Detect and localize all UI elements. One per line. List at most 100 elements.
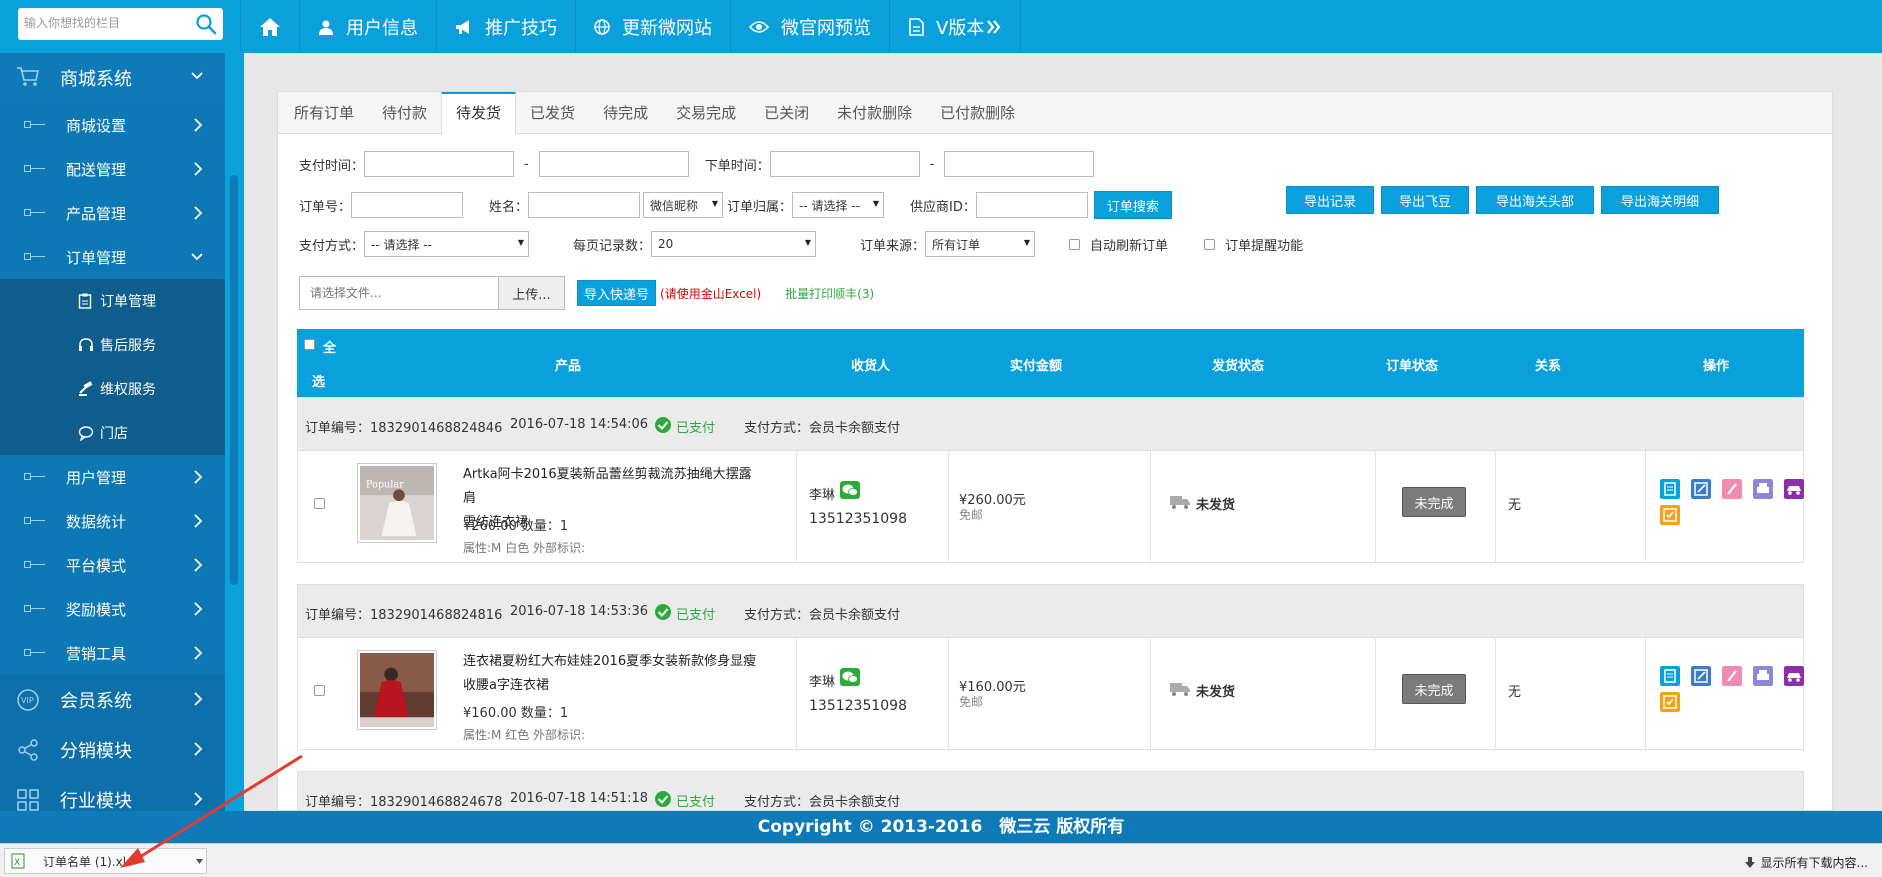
chevron-right-icon xyxy=(194,558,203,572)
column-divider xyxy=(1150,451,1151,562)
top-bar: 用户信息 推广技巧 更新微网站 微官网预览 V版本 xyxy=(0,0,1882,53)
edit-box-icon[interactable] xyxy=(1691,666,1711,686)
pay-method: 支付方式：会员卡余额支付 xyxy=(744,421,901,436)
sidebar-member-label: 会员系统 xyxy=(60,691,132,712)
name-input[interactable] xyxy=(528,192,641,218)
version-nav[interactable]: V版本 xyxy=(890,0,1022,53)
export-customs-detail-button[interactable]: 导出海关明细 xyxy=(1601,186,1719,214)
sidebar-mall-submenu: 商城设置 配送管理 产品管理 订单管理 xyxy=(0,103,225,279)
product-thumbnail[interactable] xyxy=(357,650,437,730)
order-status-button[interactable]: 未完成 xyxy=(1402,674,1466,704)
sidebar-item-after-sales[interactable]: 售后服务 xyxy=(0,323,225,367)
download-item[interactable]: X 订单名单 (1).xls xyxy=(4,848,204,874)
edit-box-icon[interactable] xyxy=(1691,479,1711,499)
sidebar-item-marketing[interactable]: 营销工具 xyxy=(0,631,225,675)
sidebar-item-order-management[interactable]: 订单管理 xyxy=(0,279,225,323)
search-icon[interactable] xyxy=(195,13,217,35)
nickname-select-value: 微信昵称 xyxy=(650,198,699,213)
sidebar-item-statistics[interactable]: 数据统计 xyxy=(0,499,225,543)
order-time: 2016-07-18 14:51:18 xyxy=(510,791,649,806)
order-time-start-input[interactable] xyxy=(769,151,920,177)
sidebar-item-label: 奖励模式 xyxy=(66,600,127,619)
sidebar-item-platform[interactable]: 平台模式 xyxy=(0,543,225,587)
printer-icon[interactable] xyxy=(1753,666,1773,686)
order-no-input[interactable] xyxy=(351,192,464,218)
car-icon[interactable] xyxy=(1784,479,1804,499)
show-all-downloads[interactable]: 显示所有下载内容... xyxy=(1744,854,1868,871)
pencil-icon[interactable] xyxy=(1722,666,1742,686)
col-ship-status: 发货状态 xyxy=(1212,359,1265,374)
tab-pending-payment[interactable]: 待付款 xyxy=(368,92,441,134)
upload-button[interactable]: 上传... xyxy=(498,277,564,309)
sidebar-item-users[interactable]: 用户管理 xyxy=(0,455,225,499)
product-name[interactable]: 连衣裙夏粉红大布娃娃2016夏季女装新款修身显瘦 收腰a字连衣裙 xyxy=(463,650,763,698)
update-site-nav[interactable]: 更新微网站 xyxy=(576,0,731,53)
export-record-button[interactable]: 导出记录 xyxy=(1286,186,1374,214)
order-checkbox[interactable] xyxy=(314,498,325,509)
select-all-checkbox[interactable] xyxy=(304,339,315,350)
export-feidou-button[interactable]: 导出飞豆 xyxy=(1381,186,1469,214)
pay-time-start-input[interactable] xyxy=(364,151,515,177)
sign-icon[interactable] xyxy=(1660,692,1680,712)
source-select[interactable]: 所有订单 xyxy=(925,231,1036,257)
remind-checkbox[interactable] xyxy=(1204,238,1216,250)
tab-to-complete[interactable]: 待完成 xyxy=(589,92,662,134)
auto-refresh-checkbox[interactable] xyxy=(1069,238,1081,250)
sidebar-scrollbar[interactable] xyxy=(230,175,238,585)
sidebar-item-orders[interactable]: 订单管理 xyxy=(0,235,225,279)
chevron-right-icon xyxy=(194,692,203,706)
home-nav[interactable] xyxy=(240,0,300,53)
order-time-end-input[interactable] xyxy=(944,151,1095,177)
promo-nav[interactable]: 推广技巧 xyxy=(437,0,576,53)
sidebar-item-rewards[interactable]: 奖励模式 xyxy=(0,587,225,631)
sidebar-item-products[interactable]: 产品管理 xyxy=(0,191,225,235)
tab-pending-shipment[interactable]: 待发货 xyxy=(441,92,517,135)
batch-print-link[interactable]: 批量打印顺丰(3) xyxy=(785,285,874,302)
import-express-button[interactable]: 导入快递号 xyxy=(577,280,657,306)
file-input[interactable] xyxy=(300,277,498,309)
sidebar-item-delivery[interactable]: 配送管理 xyxy=(0,147,225,191)
user-info-nav[interactable]: 用户信息 xyxy=(300,0,437,53)
sidebar-distribution[interactable]: 分销模块 xyxy=(0,725,225,775)
check-circle-icon xyxy=(655,417,671,433)
sign-icon[interactable] xyxy=(1660,505,1680,525)
pay-method-select[interactable]: -- 请选择 -- xyxy=(364,231,530,257)
search-input[interactable] xyxy=(24,8,184,38)
auto-refresh-label: 自动刷新订单 xyxy=(1090,238,1169,254)
order-checkbox[interactable] xyxy=(314,685,325,696)
order-status-button[interactable]: 未完成 xyxy=(1402,487,1466,517)
sidebar-item-store[interactable]: 门店 xyxy=(0,411,225,455)
tab-closed[interactable]: 已关闭 xyxy=(750,92,823,134)
nickname-select[interactable]: 微信昵称 xyxy=(643,192,724,218)
paid-status: 已支付 xyxy=(676,795,716,810)
pencil-icon[interactable] xyxy=(1722,479,1742,499)
preview-nav[interactable]: 微官网预览 xyxy=(731,0,890,53)
sidebar-member-system[interactable]: VIP 会员系统 xyxy=(0,675,225,725)
belong-select[interactable]: -- 请选择 -- xyxy=(792,192,885,218)
sidebar-item-mall-settings[interactable]: 商城设置 xyxy=(0,103,225,147)
car-icon[interactable] xyxy=(1784,666,1804,686)
supplier-id-input[interactable] xyxy=(975,192,1088,218)
order-search-button[interactable]: 订单搜索 xyxy=(1093,191,1172,219)
notes-icon[interactable] xyxy=(1660,479,1680,499)
export-customs-head-button[interactable]: 导出海关头部 xyxy=(1476,186,1594,214)
tab-shipped[interactable]: 已发货 xyxy=(516,92,589,134)
sidebar-item-rights[interactable]: 维权服务 xyxy=(0,367,225,411)
tab-completed[interactable]: 交易完成 xyxy=(662,92,750,134)
tab-all-orders[interactable]: 所有订单 xyxy=(280,92,368,134)
order-time: 2016-07-18 14:54:06 xyxy=(510,417,649,432)
relation-value: 无 xyxy=(1508,685,1522,700)
notes-icon[interactable] xyxy=(1660,666,1680,686)
pay-time-end-input[interactable] xyxy=(538,151,689,177)
per-page-select[interactable]: 20 xyxy=(651,231,817,257)
tab-unpaid-deleted[interactable]: 未付款删除 xyxy=(823,92,926,134)
sidebar-child-label: 维权服务 xyxy=(100,382,156,398)
printer-icon[interactable] xyxy=(1753,479,1773,499)
product-name-line-2: 收腰a字连衣裙 xyxy=(463,678,549,693)
download-menu-button[interactable] xyxy=(193,848,207,874)
tab-paid-deleted[interactable]: 已付款删除 xyxy=(926,92,1029,134)
sidebar-mall-system[interactable]: 商城系统 xyxy=(0,53,225,103)
download-bar: X 订单名单 (1).xls 显示所有下载内容... xyxy=(0,843,1882,877)
chevron-right-icon xyxy=(194,792,203,806)
product-thumbnail[interactable]: Popular xyxy=(357,463,437,543)
